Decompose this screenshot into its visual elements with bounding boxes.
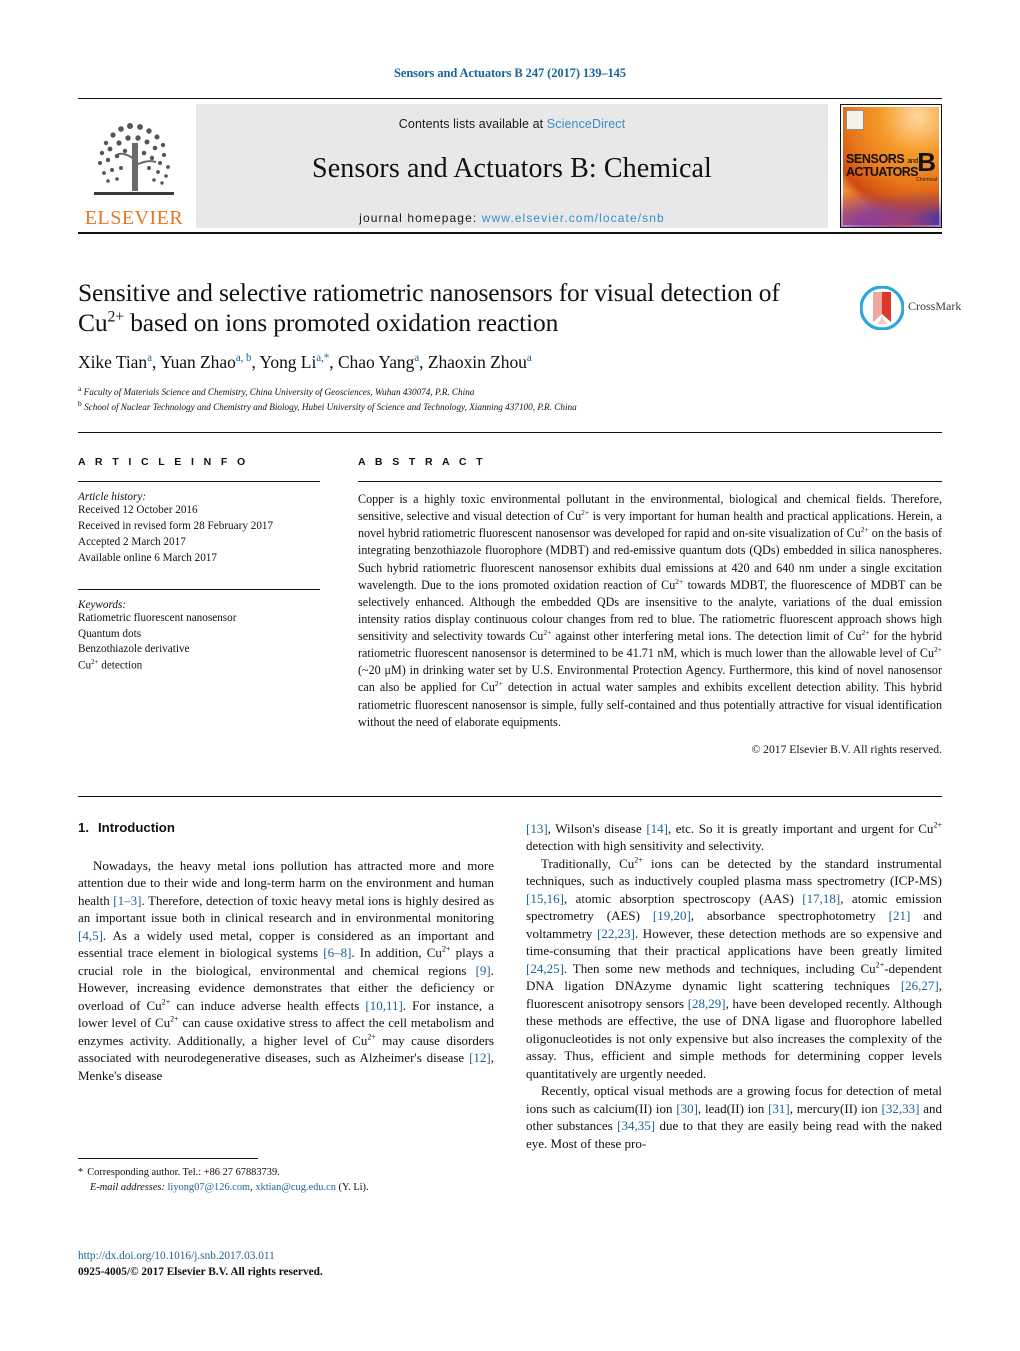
cover-artwork-blotch	[841, 185, 941, 227]
author-list: Xike Tiana, Yuan Zhaoa, b, Yong Lia,*, C…	[78, 352, 532, 372]
author-affiliation-marker: a, b	[235, 352, 252, 365]
intro-paragraph-3: Recently, optical visual methods are a g…	[526, 1083, 943, 1151]
issn-copyright: 0925-4005/© 2017 Elsevier B.V. All right…	[78, 1266, 323, 1279]
cover-series-letter: B	[917, 147, 936, 177]
journal-homepage-link[interactable]: www.elsevier.com/locate/snb	[482, 211, 665, 225]
author-name: Xike Tiana	[78, 352, 152, 372]
abstract-text: Copper is a highly toxic environmental p…	[358, 492, 943, 729]
affiliation-list: a Faculty of Materials Science and Chemi…	[78, 384, 878, 415]
body-column-left: 1. Introduction Nowadays, the heavy metal…	[78, 820, 494, 1084]
article-history-lines: Received 12 October 2016 Received in revi…	[78, 503, 320, 567]
homepage-prefix: journal homepage:	[359, 211, 482, 225]
keyword-item: Ratiometric fluorescent nanosensor	[78, 611, 237, 624]
affiliation-item: b School of Nuclear Technology and Chemi…	[78, 399, 577, 413]
keyword-item: Benzothiazole derivative	[78, 643, 190, 656]
author-affiliation-marker: a	[526, 352, 532, 365]
abstract-copyright: © 2017 Elsevier B.V. All rights reserved…	[751, 742, 942, 756]
article-history-item: Accepted 2 March 2017	[78, 535, 186, 548]
email-link-2[interactable]: xktian@cug.edu.cn	[255, 1182, 336, 1193]
title-line-2-sup: 2+	[107, 308, 124, 326]
corresponding-author-footnote: * Corresponding author. Tel.: +86 27 6788…	[78, 1166, 508, 1196]
title-block: Sensitive and selective ratiometric nano…	[78, 278, 848, 338]
title-line-2-post: based on ions promoted oxidation reactio…	[123, 308, 559, 338]
article-info-heading: A R T I C L E I N F O	[78, 456, 249, 468]
article-info-column: A R T I C L E I N F O Article history: R…	[78, 456, 320, 675]
article-history-item: Received 12 October 2016	[78, 504, 198, 516]
section-heading-introduction: 1. Introduction	[78, 820, 494, 835]
author-affiliation-marker: a	[147, 352, 152, 365]
footer-block: http://dx.doi.org/10.1016/j.snb.2017.03.…	[78, 1248, 558, 1280]
intro-paragraph-1: Nowadays, the heavy metal ions pollution…	[78, 858, 495, 1083]
footnote-star: *	[78, 1167, 84, 1178]
rule-abstract-bottom	[78, 796, 942, 797]
keyword-item: Quantum dots	[78, 627, 142, 640]
journal-cover-thumbnail: SENSORS and ACTUATORS B Chemical	[840, 104, 942, 228]
keyword-item: Cu2+ detection	[78, 658, 143, 673]
article-history-item: Received in revised form 28 February 201…	[78, 519, 274, 532]
cover-elsevier-mark-icon	[846, 110, 864, 130]
running-head: Sensors and Actuators B 247 (2017) 139–1…	[394, 66, 626, 80]
author-name: Yong Lia,*	[259, 352, 330, 372]
doi-link[interactable]: http://dx.doi.org/10.1016/j.snb.2017.03.…	[78, 1250, 275, 1262]
article-history-heading: Article history:	[78, 491, 147, 503]
affiliation-item: a Faculty of Materials Science and Chemi…	[78, 384, 475, 398]
rule-info-top	[78, 432, 942, 433]
abstract-heading: A B S T R A C T	[358, 456, 486, 468]
rule-top	[78, 98, 942, 99]
author-affiliation-marker: a	[414, 352, 420, 365]
author-affiliation-marker: a,*	[316, 352, 330, 365]
corresponding-line: * Corresponding author. Tel.: +86 27 6788…	[78, 1166, 508, 1181]
article-page: Sensors and Actuators B 247 (2017) 139–1…	[0, 0, 1020, 1351]
footnote-rule	[78, 1158, 258, 1159]
email-suffix: (Y. Li).	[335, 1181, 369, 1193]
intro-paragraph-2: Traditionally, Cu2+ ions can be detected…	[526, 855, 942, 1081]
keywords-heading: Keywords:	[78, 598, 127, 611]
crossmark-label: CrossMark	[908, 299, 962, 313]
article-history-item: Available online 6 March 2017	[78, 551, 217, 564]
corresponding-text: Corresponding author. Tel.: +86 27 67883…	[87, 1167, 280, 1178]
contents-available-line: Contents lists available at ScienceDirec…	[196, 104, 828, 131]
elsevier-tree-icon	[88, 113, 180, 207]
affiliation-marker: b	[78, 399, 82, 409]
abstract-column: A B S T R A C T Copper is a highly toxic…	[358, 456, 942, 756]
page-title: Sensitive and selective ratiometric nano…	[78, 278, 848, 338]
contents-prefix: Contents lists available at	[398, 117, 547, 131]
email-line: E-mail addresses: liyong07@126.com, xkti…	[78, 1181, 508, 1196]
keywords-rule	[78, 588, 320, 590]
intro-paragraph-1-cont: [13], Wilson's disease [14], etc. So it …	[526, 820, 942, 854]
section-title: Introduction	[98, 820, 175, 835]
crossmark-icon[interactable]	[860, 286, 904, 330]
cover-subtitle: Chemical	[916, 177, 937, 183]
author-name: Chao Yanga	[337, 352, 420, 372]
journal-title: Sensors and Actuators B: Chemical	[312, 153, 712, 184]
journal-banner-center: Contents lists available at ScienceDirec…	[196, 104, 828, 228]
cover-line1: SENSORS	[846, 152, 905, 166]
article-info-rule	[78, 481, 320, 482]
keywords-lines: Ratiometric fluorescent nanosensor Quantu…	[78, 611, 320, 675]
email-link-1[interactable]: liyong07@126.com	[168, 1182, 251, 1193]
crossmark-badge[interactable]: CrossMark	[860, 286, 961, 330]
title-line-1: Sensitive and selective ratiometric nano…	[78, 278, 780, 307]
affiliation-marker: a	[78, 384, 82, 393]
author-name: Yuan Zhaoa, b	[159, 352, 252, 372]
section-number: 1.	[78, 820, 89, 835]
sciencedirect-link[interactable]: ScienceDirect	[547, 117, 625, 131]
body-column-right: [13], Wilson's disease [14], etc. So it …	[526, 820, 942, 1152]
elsevier-wordmark: ELSEVIER	[84, 207, 184, 229]
author-name: Zhaoxin Zhoua	[427, 352, 532, 372]
journal-banner: ELSEVIER Contents lists available at Sci…	[78, 104, 942, 228]
journal-homepage-line: journal homepage: www.elsevier.com/locat…	[196, 211, 828, 225]
elsevier-logo: ELSEVIER	[78, 104, 190, 228]
title-line-2-pre: Cu	[78, 308, 108, 338]
email-label: E-mail addresses:	[90, 1181, 165, 1193]
abstract-rule	[358, 481, 942, 482]
rule-under-banner	[78, 232, 942, 234]
